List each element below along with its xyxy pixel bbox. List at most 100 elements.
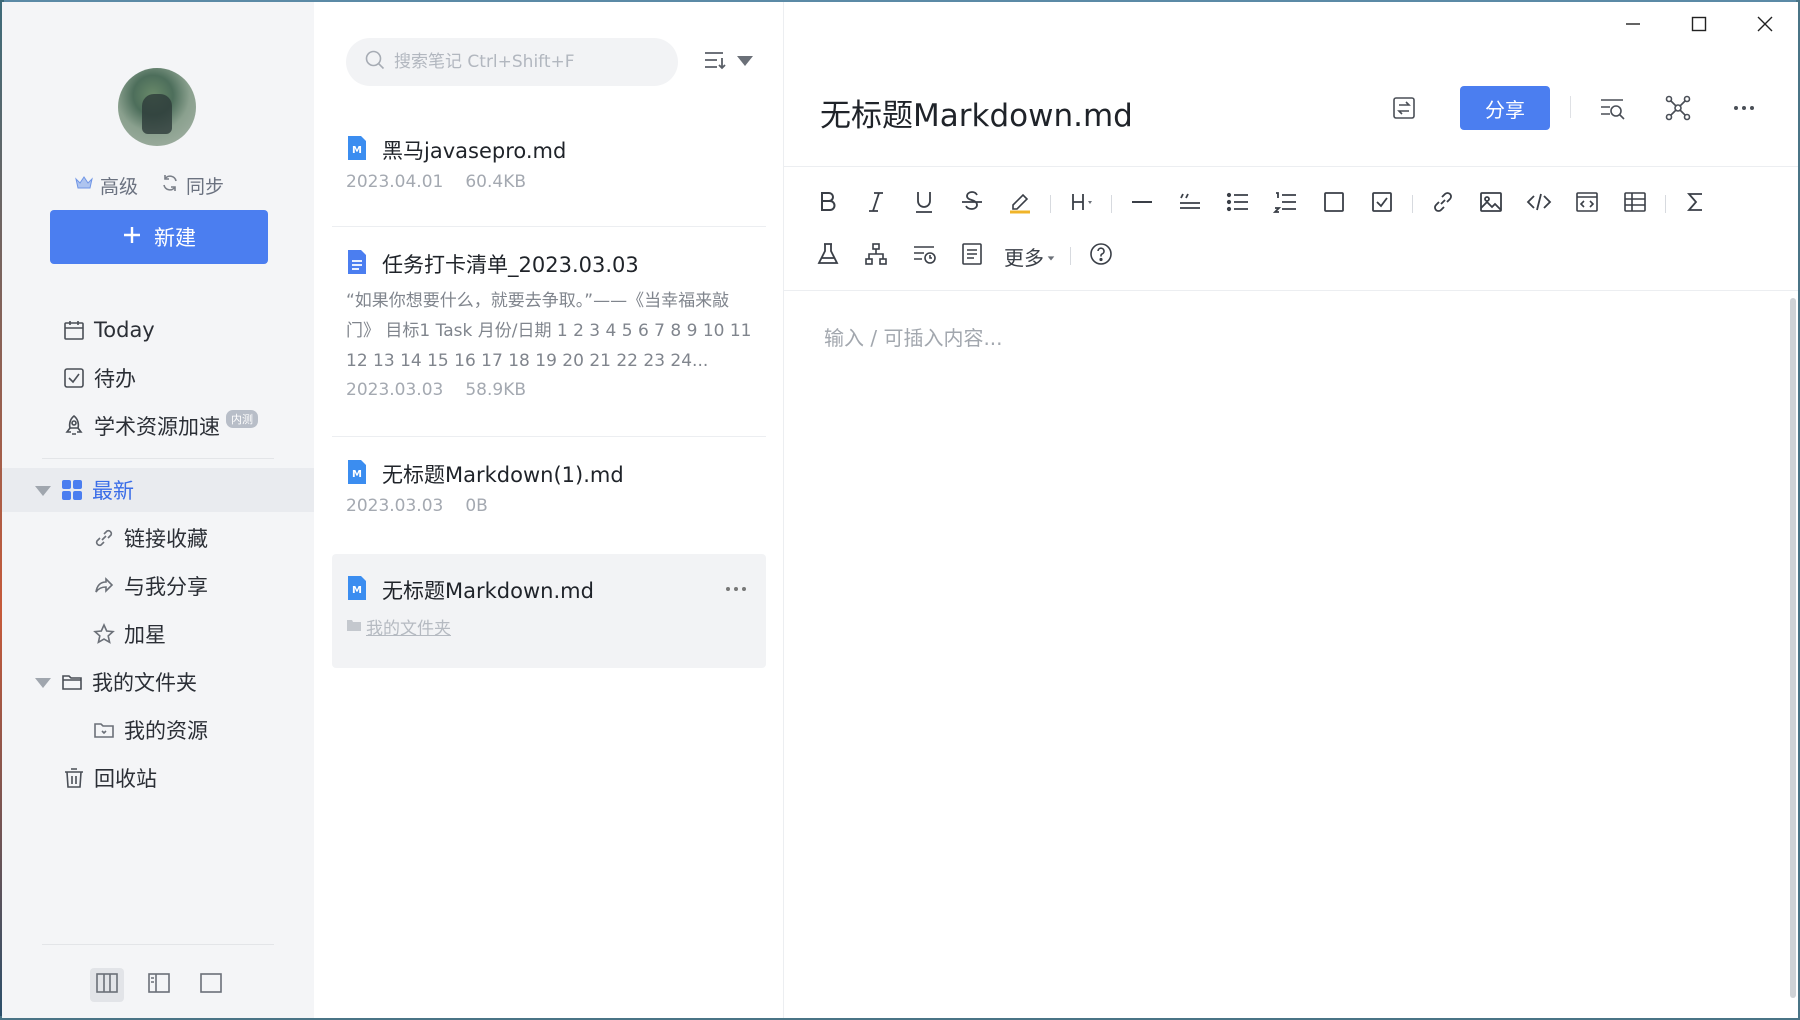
layout-three-column-button[interactable]	[90, 968, 124, 1002]
nav-today[interactable]: Today	[2, 308, 314, 352]
note-date: 2023.03.03	[346, 380, 444, 400]
markdown-file-icon: M	[346, 135, 368, 166]
nav-recent[interactable]: 最新	[2, 468, 314, 512]
new-note-button[interactable]: 新建	[50, 210, 268, 264]
ordered-list-button[interactable]	[1262, 182, 1310, 226]
mindmap-icon	[1664, 94, 1692, 126]
divider	[1665, 195, 1666, 213]
editor-content-input[interactable]	[824, 318, 1764, 358]
strikethrough-icon	[959, 189, 985, 219]
outline-search-button[interactable]	[1596, 94, 1628, 126]
note-title: 无标题Markdown.md	[382, 579, 594, 603]
formula-button[interactable]	[1672, 182, 1720, 226]
nav-label: 学术资源加速	[94, 415, 220, 439]
note-item[interactable]: M 黑马javasepro.md 2023.04.01 60.4KB	[332, 132, 766, 192]
link-button[interactable]	[1419, 182, 1467, 226]
link-icon	[1430, 189, 1456, 219]
nav-label: Today	[94, 318, 155, 342]
bullet-list-icon	[1225, 189, 1251, 219]
star-icon	[92, 622, 116, 646]
share-button[interactable]: 分享	[1460, 86, 1550, 130]
nav-todo[interactable]: 待办	[2, 356, 314, 400]
sort-icon	[702, 48, 728, 76]
note-folder-label: 我的文件夹	[366, 619, 451, 639]
beta-badge: 内测	[226, 410, 258, 428]
search-input[interactable]	[394, 52, 674, 72]
task-list-button[interactable]	[1358, 182, 1406, 226]
caret-down-icon[interactable]	[35, 483, 51, 497]
premium-level[interactable]: 高级	[74, 172, 138, 199]
help-button[interactable]	[1077, 234, 1125, 278]
share-arrow-icon	[92, 574, 116, 598]
markdown-file-icon: M	[346, 459, 368, 490]
flask-icon	[815, 241, 841, 271]
table-icon	[1622, 189, 1648, 219]
quote-button[interactable]	[1166, 182, 1214, 226]
app-window: 高级 同步 新建 Today 待办 学术资源加速 内测 最新 链接收藏 与我分享…	[2, 2, 1798, 1018]
more-menu-button[interactable]	[1728, 94, 1760, 126]
note-meta: 2023.03.03 58.9KB	[346, 380, 752, 400]
switch-mode-button[interactable]	[1388, 94, 1420, 126]
caret-down-icon	[1046, 244, 1056, 268]
caret-down-icon	[732, 48, 758, 76]
code-block-button[interactable]	[1563, 182, 1611, 226]
crown-icon	[74, 173, 94, 198]
bold-button[interactable]	[804, 182, 852, 226]
rocket-icon	[62, 414, 86, 438]
folder-small-icon	[346, 617, 362, 637]
note-title-row: M 无标题Markdown(1).md	[346, 456, 752, 492]
bullet-list-button[interactable]	[1214, 182, 1262, 226]
more-options-icon[interactable]	[726, 584, 752, 594]
layout-single-column-button[interactable]	[194, 968, 228, 1002]
note-date: 2023.03.03	[346, 496, 444, 516]
italic-button[interactable]	[852, 182, 900, 226]
search-box[interactable]	[346, 38, 678, 86]
table-button[interactable]	[1611, 182, 1659, 226]
nav-links[interactable]: 链接收藏	[2, 516, 314, 560]
horizontal-rule-button[interactable]	[1118, 182, 1166, 226]
nav-label: 我的文件夹	[92, 671, 197, 695]
timeline-button[interactable]	[900, 234, 948, 278]
editor-scrollbar[interactable]	[1790, 298, 1796, 998]
sync-button[interactable]: 同步	[160, 172, 224, 199]
heading-button[interactable]	[1057, 182, 1105, 226]
sort-button[interactable]	[702, 48, 753, 76]
nav-academic[interactable]: 学术资源加速 内测	[2, 404, 314, 448]
nav-shared[interactable]: 与我分享	[2, 564, 314, 608]
checkbox-icon	[62, 366, 86, 390]
highlight-button[interactable]	[996, 182, 1044, 226]
note-item[interactable]: M 无标题Markdown(1).md 2023.03.03 0B	[332, 456, 766, 516]
image-button[interactable]	[1467, 182, 1515, 226]
minimize-button[interactable]	[1600, 2, 1666, 50]
maximize-button[interactable]	[1666, 2, 1732, 50]
underline-button[interactable]	[900, 182, 948, 226]
more-tools-dropdown[interactable]: 更多	[996, 242, 1064, 271]
highlighter-icon	[1007, 189, 1033, 219]
lab-button[interactable]	[804, 234, 852, 278]
plus-icon	[122, 225, 142, 250]
svg-text:M: M	[352, 469, 362, 480]
doc-block-button[interactable]	[948, 234, 996, 278]
single-column-icon	[199, 972, 223, 998]
nav-my-folders[interactable]: 我的文件夹	[2, 660, 314, 704]
mindmap-button[interactable]	[1662, 94, 1694, 126]
document-title[interactable]: 无标题Markdown.md	[820, 90, 1133, 135]
nav-starred[interactable]: 加星	[2, 612, 314, 656]
nav-my-resources[interactable]: 我的资源	[2, 708, 314, 752]
divider	[784, 290, 1798, 291]
org-chart-button[interactable]	[852, 234, 900, 278]
note-folder-link[interactable]: 我的文件夹	[346, 614, 752, 639]
nav-trash[interactable]: 回收站	[2, 756, 314, 800]
code-button[interactable]	[1515, 182, 1563, 226]
svg-text:M: M	[352, 585, 362, 596]
note-item[interactable]: 任务打卡清单_2023.03.03 “如果你想要什么，就要去争取。”——《当幸福…	[332, 246, 766, 400]
note-item-selected[interactable]: M 无标题Markdown.md 我的文件夹	[332, 554, 766, 668]
caret-down-icon[interactable]	[35, 675, 51, 689]
note-date: 2023.04.01	[346, 172, 444, 192]
layout-two-column-button[interactable]	[142, 968, 176, 1002]
checkbox-block-button[interactable]	[1310, 182, 1358, 226]
strikethrough-button[interactable]	[948, 182, 996, 226]
note-meta: 2023.03.03 0B	[346, 496, 752, 516]
close-button[interactable]	[1732, 2, 1798, 50]
avatar[interactable]	[118, 68, 196, 146]
